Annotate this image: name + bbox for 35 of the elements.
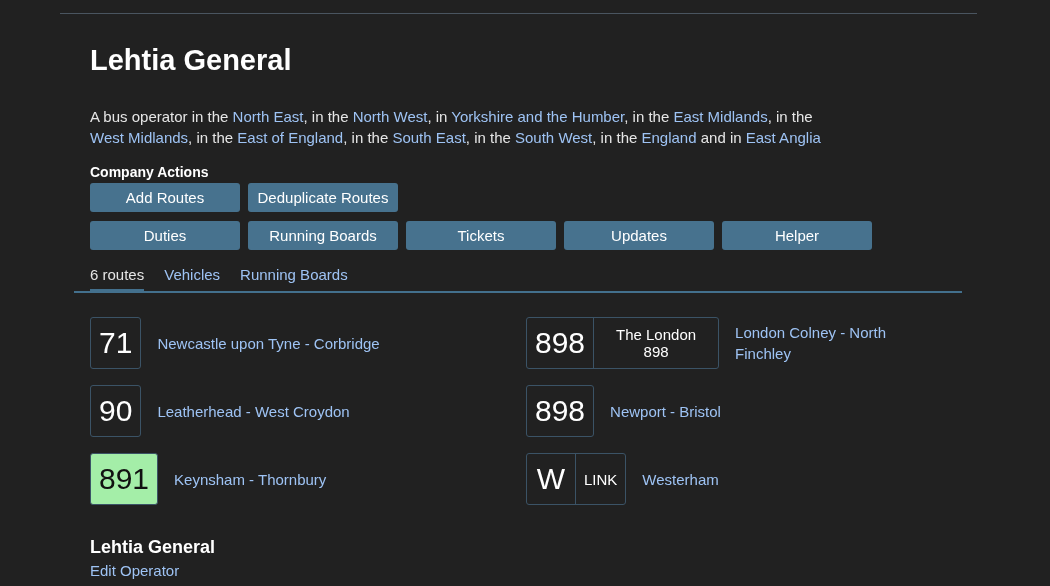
region-link[interactable]: East Midlands xyxy=(673,108,768,125)
section-heading: Company Actions xyxy=(90,164,210,180)
route-badge[interactable]: 898 The London 898 xyxy=(526,317,720,369)
route-badge[interactable]: 891 xyxy=(90,453,159,505)
action-button[interactable]: Updates xyxy=(564,221,714,250)
region-link[interactable]: North East xyxy=(232,108,304,125)
region-link[interactable]: East of England xyxy=(237,129,344,146)
action-button[interactable]: Add Routes xyxy=(90,183,240,212)
route-badge[interactable]: 90 xyxy=(90,385,142,437)
edit-operator-link[interactable]: Edit Operator xyxy=(90,562,180,579)
action-button[interactable]: Running Boards xyxy=(248,221,398,250)
route-badge[interactable]: W LINK xyxy=(526,453,627,505)
page-title: Lehtia General xyxy=(90,43,293,78)
tab[interactable]: 6 routes xyxy=(90,259,145,293)
route-link[interactable]: Newcastle upon Tyne - Corbridge xyxy=(157,332,380,354)
route-link[interactable]: Newport - Bristol xyxy=(610,400,721,422)
region-link[interactable]: England xyxy=(641,129,697,146)
route-badge[interactable]: 71 xyxy=(90,317,142,369)
route-link[interactable]: Westerham xyxy=(642,468,719,490)
region-link[interactable]: Yorkshire and the Humber xyxy=(451,108,625,125)
operator-description: A bus operator in the North East, in the North West, in Yorkshire and the Humber, in the East Midlands, in the West Midlands, in the East of England, in the South East, in the South West, in the England and in East Anglia xyxy=(90,107,822,148)
tab[interactable]: Running Boards xyxy=(240,259,348,293)
action-button[interactable]: Helper xyxy=(722,221,872,250)
region-link[interactable]: East Anglia xyxy=(745,129,821,146)
region-link[interactable]: North West xyxy=(352,108,428,125)
route-link[interactable]: London Colney - North Finchley xyxy=(735,322,906,364)
action-button[interactable]: Duties xyxy=(90,221,240,250)
tab[interactable]: Vehicles xyxy=(164,259,221,293)
action-button[interactable]: Tickets xyxy=(406,221,556,250)
route-link[interactable]: Keynsham - Thornbury xyxy=(174,468,327,490)
route-link[interactable]: Leatherhead - West Croydon xyxy=(157,400,350,422)
action-button[interactable]: Deduplicate Routes xyxy=(248,183,398,212)
operator-name: Lehtia General xyxy=(90,537,217,558)
region-link[interactable]: South East xyxy=(392,129,466,146)
route-badge[interactable]: 898 xyxy=(526,385,595,437)
